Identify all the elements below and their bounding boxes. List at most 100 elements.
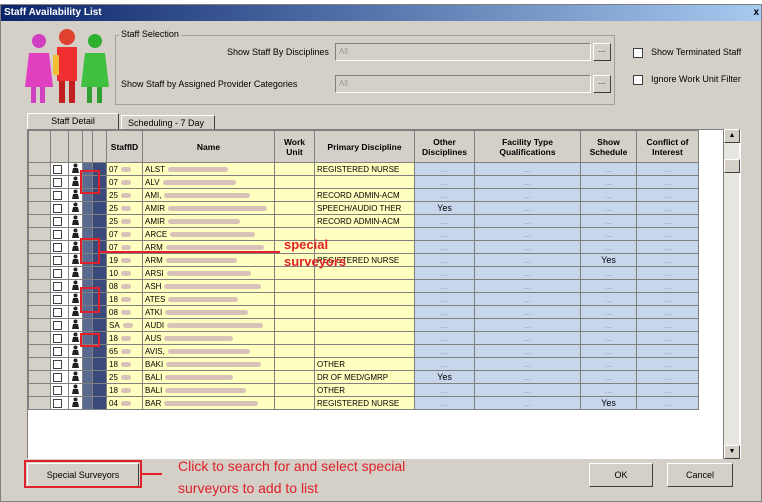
work-unit-cell[interactable] xyxy=(274,292,315,306)
cancel-button[interactable]: Cancel xyxy=(667,463,733,487)
table-row[interactable]: 25 AMI, RECORD ADMIN-ACM............ xyxy=(28,188,699,202)
name-cell[interactable]: AUS xyxy=(142,331,275,345)
primary-discipline-cell[interactable] xyxy=(314,279,415,293)
primary-discipline-cell[interactable]: RECORD ADMIN-ACM xyxy=(314,214,415,228)
select-checkbox[interactable] xyxy=(53,346,62,356)
other-disciplines-cell[interactable]: ... xyxy=(414,305,475,319)
staff-id-cell[interactable]: 25 xyxy=(106,188,143,202)
other-disciplines-cell[interactable]: ... xyxy=(414,292,475,306)
table-row[interactable]: 18 ATES............ xyxy=(28,292,699,306)
staff-id-cell[interactable]: 08 xyxy=(106,305,143,319)
show-schedule-cell[interactable]: ... xyxy=(580,240,637,254)
scroll-up-icon[interactable]: ▲ xyxy=(724,129,740,143)
table-row[interactable]: 25 AMIR SPEECH/AUDIO THER Yes......... xyxy=(28,201,699,215)
table-row[interactable]: 18 AUS............ xyxy=(28,331,699,345)
name-cell[interactable]: ARM xyxy=(142,253,275,267)
work-unit-cell[interactable] xyxy=(274,162,315,176)
conflict-of-interest-cell[interactable]: ... xyxy=(636,188,699,202)
show-schedule-cell[interactable]: ... xyxy=(580,279,637,293)
facility-type-cell[interactable]: ... xyxy=(474,396,581,410)
other-disciplines-cell[interactable]: ... xyxy=(414,175,475,189)
show-schedule-cell[interactable]: ... xyxy=(580,266,637,280)
facility-type-cell[interactable]: ... xyxy=(474,370,581,384)
select-checkbox-cell[interactable] xyxy=(50,292,69,306)
facility-type-cell[interactable]: ... xyxy=(474,240,581,254)
show-schedule-cell[interactable]: ... xyxy=(580,227,637,241)
primary-discipline-cell[interactable] xyxy=(314,331,415,345)
primary-discipline-cell[interactable] xyxy=(314,344,415,358)
select-checkbox[interactable] xyxy=(53,307,62,317)
header-other-disciplines[interactable]: Other Disciplines xyxy=(414,130,475,163)
show-schedule-cell[interactable]: ... xyxy=(580,344,637,358)
work-unit-cell[interactable] xyxy=(274,201,315,215)
select-checkbox-cell[interactable] xyxy=(50,227,69,241)
table-row[interactable]: 18 BAKI OTHER............ xyxy=(28,357,699,371)
select-checkbox-cell[interactable] xyxy=(50,266,69,280)
staff-id-cell[interactable]: 04 xyxy=(106,396,143,410)
show-schedule-cell[interactable]: ... xyxy=(580,201,637,215)
select-checkbox-cell[interactable] xyxy=(50,214,69,228)
show-schedule-cell[interactable]: ... xyxy=(580,383,637,397)
select-checkbox[interactable] xyxy=(53,216,62,226)
select-checkbox-cell[interactable] xyxy=(50,175,69,189)
name-cell[interactable]: BALI xyxy=(142,383,275,397)
conflict-of-interest-cell[interactable]: ... xyxy=(636,253,699,267)
other-disciplines-cell[interactable]: ... xyxy=(414,162,475,176)
select-checkbox[interactable] xyxy=(53,333,62,343)
staff-id-cell[interactable]: 25 xyxy=(106,370,143,384)
staff-id-cell[interactable]: SA xyxy=(106,318,143,332)
staff-id-cell[interactable]: 08 xyxy=(106,279,143,293)
header-show-schedule[interactable]: Show Schedule xyxy=(580,130,637,163)
primary-discipline-cell[interactable]: OTHER xyxy=(314,357,415,371)
staff-id-cell[interactable]: 07 xyxy=(106,175,143,189)
work-unit-cell[interactable] xyxy=(274,279,315,293)
table-row[interactable]: 25 AMIR RECORD ADMIN-ACM............ xyxy=(28,214,699,228)
facility-type-cell[interactable]: ... xyxy=(474,214,581,228)
other-disciplines-cell[interactable]: ... xyxy=(414,279,475,293)
conflict-of-interest-cell[interactable]: ... xyxy=(636,318,699,332)
work-unit-cell[interactable] xyxy=(274,331,315,345)
other-disciplines-cell[interactable]: ... xyxy=(414,253,475,267)
facility-type-cell[interactable]: ... xyxy=(474,188,581,202)
select-checkbox[interactable] xyxy=(53,177,62,187)
ok-button[interactable]: OK xyxy=(589,463,653,487)
name-cell[interactable]: ATKI xyxy=(142,305,275,319)
select-checkbox[interactable] xyxy=(53,229,62,239)
work-unit-cell[interactable] xyxy=(274,305,315,319)
facility-type-cell[interactable]: ... xyxy=(474,292,581,306)
facility-type-cell[interactable]: ... xyxy=(474,383,581,397)
vertical-scrollbar[interactable]: ▲ ▼ xyxy=(723,129,740,459)
select-checkbox-cell[interactable] xyxy=(50,188,69,202)
select-checkbox[interactable] xyxy=(53,398,62,408)
facility-type-cell[interactable]: ... xyxy=(474,318,581,332)
select-checkbox-cell[interactable] xyxy=(50,331,69,345)
show-schedule-cell[interactable]: ... xyxy=(580,318,637,332)
work-unit-cell[interactable] xyxy=(274,396,315,410)
conflict-of-interest-cell[interactable]: ... xyxy=(636,162,699,176)
header-name[interactable]: Name xyxy=(142,130,275,163)
facility-type-cell[interactable]: ... xyxy=(474,227,581,241)
conflict-of-interest-cell[interactable]: ... xyxy=(636,357,699,371)
header-staff-id[interactable]: StaffID xyxy=(106,130,143,163)
select-checkbox[interactable] xyxy=(53,281,62,291)
select-checkbox-cell[interactable] xyxy=(50,396,69,410)
select-checkbox-cell[interactable] xyxy=(50,357,69,371)
show-schedule-cell[interactable]: ... xyxy=(580,188,637,202)
select-checkbox[interactable] xyxy=(53,255,62,265)
table-row[interactable]: 07 ALST REGISTERED NURSE............ xyxy=(28,162,699,176)
select-checkbox-cell[interactable] xyxy=(50,383,69,397)
name-cell[interactable]: BALI xyxy=(142,370,275,384)
show-schedule-cell[interactable]: ... xyxy=(580,162,637,176)
name-cell[interactable]: ALV xyxy=(142,175,275,189)
primary-discipline-cell[interactable] xyxy=(314,318,415,332)
select-checkbox-cell[interactable] xyxy=(50,318,69,332)
conflict-of-interest-cell[interactable]: ... xyxy=(636,214,699,228)
work-unit-cell[interactable] xyxy=(274,370,315,384)
disciplines-combo[interactable]: All xyxy=(335,43,591,61)
conflict-of-interest-cell[interactable]: ... xyxy=(636,370,699,384)
other-disciplines-cell[interactable]: ... xyxy=(414,266,475,280)
staff-id-cell[interactable]: 18 xyxy=(106,357,143,371)
facility-type-cell[interactable]: ... xyxy=(474,162,581,176)
facility-type-cell[interactable]: ... xyxy=(474,266,581,280)
conflict-of-interest-cell[interactable]: ... xyxy=(636,383,699,397)
